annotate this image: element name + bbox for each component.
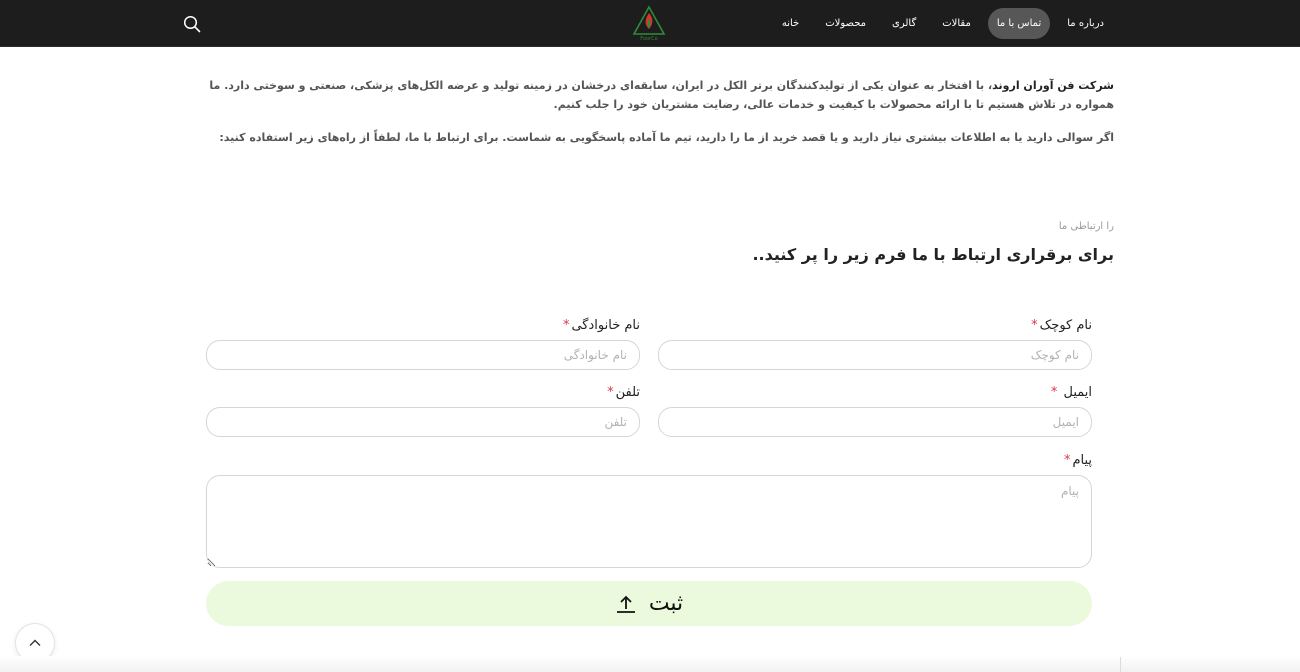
last-name-field: نام خانوادگی* xyxy=(206,316,640,370)
logo-text: FoorCo xyxy=(640,36,657,42)
company-name: شرکت فن آوران اروند xyxy=(992,79,1114,92)
first-name-label: نام کوچک* xyxy=(1031,318,1092,333)
submit-button[interactable]: ثبت xyxy=(206,581,1092,626)
message-textarea[interactable] xyxy=(206,475,1092,568)
upload-icon xyxy=(616,595,635,613)
message-label: پیام* xyxy=(1063,453,1092,468)
nav-item-products[interactable]: محصولات xyxy=(816,8,875,39)
nav-item-about[interactable]: درباره ما xyxy=(1058,8,1113,39)
required-mark: * xyxy=(1031,318,1038,333)
footer-edge xyxy=(0,656,1300,672)
nav-item-contact[interactable]: تماس با ما xyxy=(987,8,1051,39)
footer-divider xyxy=(1120,657,1121,672)
phone-label: تلفن* xyxy=(607,385,640,400)
phone-input[interactable] xyxy=(206,407,640,437)
main-nav: خانه محصولات گالری مقالات تماس با ما درب… xyxy=(773,8,1113,39)
chevron-up-icon xyxy=(29,639,41,646)
email-input[interactable] xyxy=(658,407,1092,437)
site-logo[interactable]: FoorCo xyxy=(632,4,666,42)
nav-item-home[interactable]: خانه xyxy=(773,8,808,39)
first-name-input[interactable] xyxy=(658,340,1092,370)
email-label: ایمیل * xyxy=(1050,385,1092,400)
nav-item-articles[interactable]: مقالات xyxy=(933,8,980,39)
email-field: ایمیل * xyxy=(658,383,1092,437)
form-title: برای برقراری ارتباط با ما فرم زیر را پر … xyxy=(752,245,1114,264)
required-mark: * xyxy=(607,385,614,400)
intro-paragraph-1-rest: ، با افتخار به عنوان یکی از تولیدکنندگان… xyxy=(209,79,1114,111)
form-eyebrow: را ارتباطی ما xyxy=(1058,221,1114,232)
submit-label: ثبت xyxy=(648,591,684,616)
required-mark: * xyxy=(1050,385,1058,400)
site-header: خانه محصولات گالری مقالات تماس با ما درب… xyxy=(0,0,1300,47)
last-name-input[interactable] xyxy=(206,340,640,370)
required-mark: * xyxy=(1063,453,1071,468)
first-name-field: نام کوچک* xyxy=(658,316,1092,370)
intro-paragraph-2: اگر سوالی دارید یا به اطلاعات بیشتری نیا… xyxy=(219,131,1114,144)
required-mark: * xyxy=(562,318,570,333)
intro-paragraph-1: شرکت فن آوران اروند، با افتخار به عنوان … xyxy=(202,76,1114,114)
intro-text: شرکت فن آوران اروند، با افتخار به عنوان … xyxy=(202,76,1114,161)
phone-field: تلفن* xyxy=(206,383,640,437)
message-field: پیام* xyxy=(206,451,1092,572)
search-icon[interactable] xyxy=(183,15,201,33)
nav-item-gallery[interactable]: گالری xyxy=(883,8,925,39)
last-name-label: نام خانوادگی* xyxy=(562,318,640,333)
